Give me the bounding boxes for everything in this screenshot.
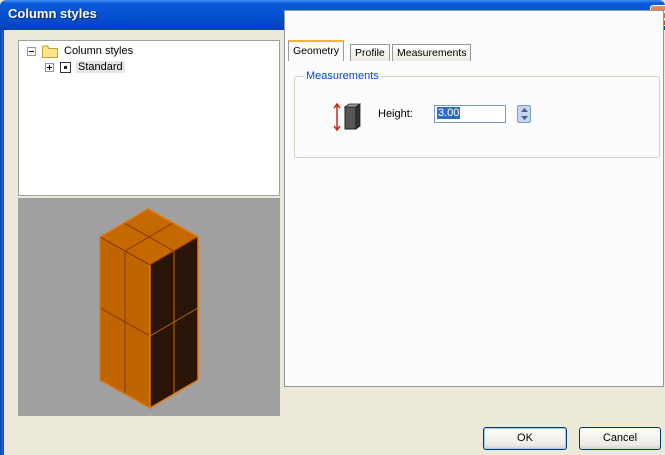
collapse-icon[interactable] (27, 46, 36, 56)
tree-item-label: Column styles (64, 45, 134, 57)
tab-geometry[interactable]: Geometry (288, 40, 345, 61)
window-title: Column styles (8, 6, 97, 21)
tab-content-panel (284, 10, 664, 387)
tab-profile[interactable]: Profile (350, 44, 390, 61)
tree-item-standard[interactable]: Standard (45, 59, 125, 75)
column-3d-preview (98, 208, 200, 409)
folder-icon (42, 45, 58, 58)
tree-item-root[interactable]: Column styles (27, 43, 135, 59)
tree-item-label: Standard (76, 61, 125, 73)
styles-tree[interactable]: Column styles Standard (18, 40, 280, 196)
tab-measurements[interactable]: Measurements (392, 44, 472, 61)
column-preview (18, 198, 280, 416)
column-style-icon (60, 61, 71, 73)
expand-icon[interactable] (45, 62, 54, 72)
